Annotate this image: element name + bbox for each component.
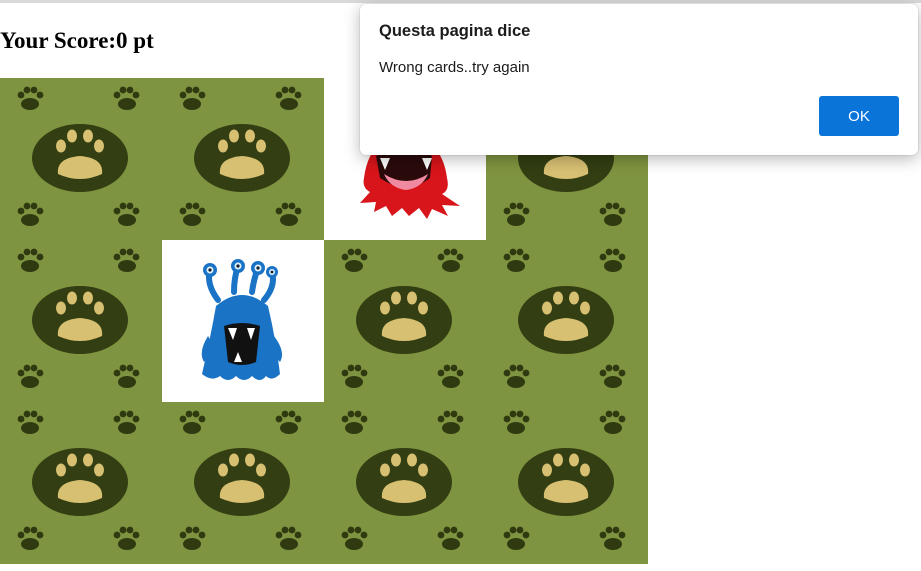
card-back[interactable] bbox=[0, 78, 162, 240]
dialog-title: Questa pagina dice bbox=[379, 22, 531, 40]
card-back[interactable] bbox=[486, 402, 648, 564]
card-back[interactable] bbox=[486, 240, 648, 402]
paw-pattern-icon bbox=[486, 402, 648, 564]
paw-pattern-icon bbox=[324, 402, 486, 564]
paw-pattern-icon bbox=[324, 240, 486, 402]
paw-pattern-icon bbox=[0, 402, 162, 564]
paw-pattern-icon bbox=[0, 240, 162, 402]
card-back[interactable] bbox=[162, 78, 324, 240]
blue-monster-icon bbox=[201, 259, 282, 380]
ok-button[interactable]: OK bbox=[819, 96, 899, 136]
paw-pattern-icon bbox=[486, 240, 648, 402]
paw-pattern-icon bbox=[162, 402, 324, 564]
dialog-message: Wrong cards..try again bbox=[379, 59, 530, 76]
card-back[interactable] bbox=[324, 240, 486, 402]
card-blue-monster[interactable] bbox=[162, 240, 324, 402]
card-back[interactable] bbox=[162, 402, 324, 564]
paw-pattern-icon bbox=[0, 78, 162, 240]
score-label: Your Score:0 pt bbox=[0, 28, 154, 53]
card-back[interactable] bbox=[324, 402, 486, 564]
browser-top-border bbox=[0, 0, 921, 3]
card-back[interactable] bbox=[0, 402, 162, 564]
paw-pattern-icon bbox=[162, 78, 324, 240]
card-back[interactable] bbox=[0, 240, 162, 402]
alert-dialog: Questa pagina dice Wrong cards..try agai… bbox=[360, 4, 918, 155]
